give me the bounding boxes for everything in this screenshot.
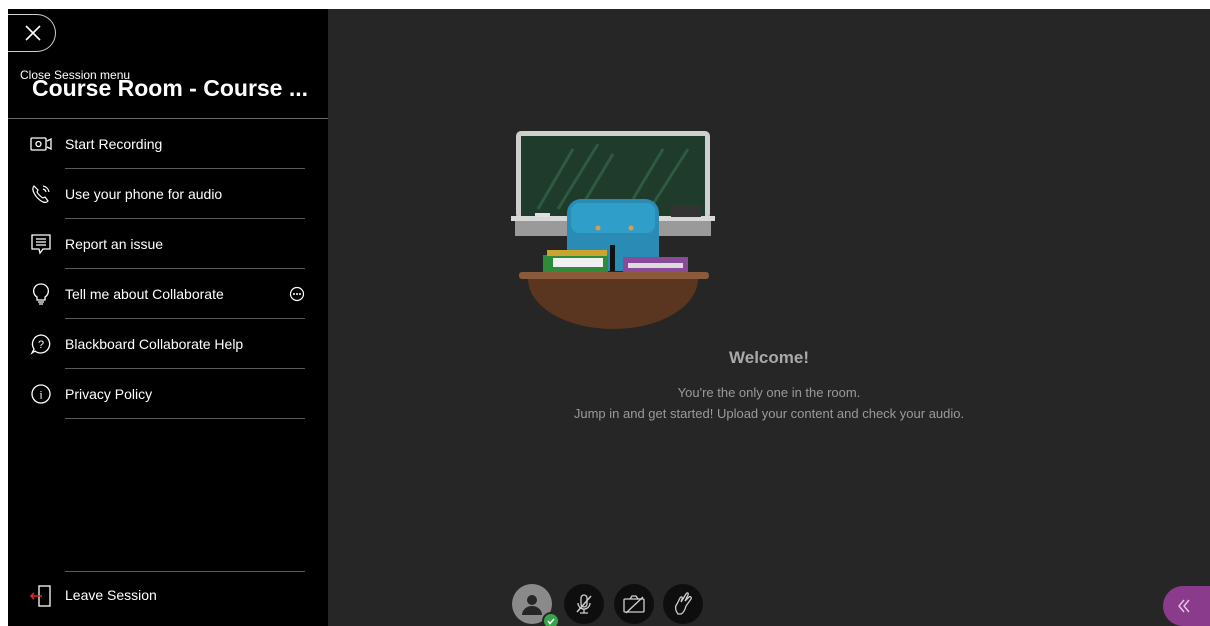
menu-item-label: Report an issue bbox=[65, 236, 164, 252]
raise-hand-icon bbox=[674, 592, 692, 615]
help-icon: ? bbox=[30, 333, 52, 355]
menu-item-label: Use your phone for audio bbox=[65, 186, 223, 202]
menu-item-phone-audio[interactable]: Use your phone for audio bbox=[8, 169, 328, 219]
welcome-message: You're the only one in the room. bbox=[677, 385, 861, 400]
menu-item-start-recording[interactable]: Start Recording bbox=[8, 119, 328, 169]
raise-hand-button[interactable] bbox=[663, 584, 703, 624]
menu-item-privacy-policy[interactable]: i Privacy Policy bbox=[8, 369, 328, 419]
lightbulb-icon bbox=[30, 283, 52, 305]
leave-session-button[interactable]: Leave Session bbox=[8, 572, 328, 620]
camera-button[interactable] bbox=[614, 584, 654, 624]
main-stage: Welcome! You're the only one in the room… bbox=[328, 9, 1210, 626]
report-issue-icon bbox=[30, 233, 52, 255]
classroom-illustration bbox=[511, 131, 715, 329]
collaborate-window: Close Session menu Course Room - Course … bbox=[8, 9, 1210, 626]
close-icon bbox=[24, 25, 41, 41]
menu-item-label: Privacy Policy bbox=[65, 386, 153, 402]
camera-off-icon bbox=[623, 595, 645, 614]
check-icon bbox=[547, 618, 555, 625]
welcome-title: Welcome! bbox=[729, 348, 809, 367]
session-menu-list: Start Recording Use your phone for audio bbox=[8, 119, 328, 419]
menu-item-label: Tell me about Collaborate bbox=[65, 286, 224, 302]
avatar-icon bbox=[522, 595, 542, 615]
menu-item-label: Start Recording bbox=[65, 136, 163, 152]
leave-session-label: Leave Session bbox=[65, 587, 157, 603]
double-chevron-left-icon bbox=[1178, 599, 1190, 613]
session-menu: Close Session menu Course Room - Course … bbox=[8, 9, 328, 626]
svg-text:?: ? bbox=[38, 339, 44, 351]
welcome-instructions: Jump in and get started! Upload your con… bbox=[573, 406, 965, 421]
close-session-menu-tooltip: Close Session menu bbox=[20, 68, 131, 82]
svg-text:i: i bbox=[39, 388, 43, 402]
close-session-menu-button[interactable] bbox=[8, 14, 56, 52]
menu-item-tell-me-about-collaborate[interactable]: Tell me about Collaborate bbox=[8, 269, 328, 319]
menu-item-collaborate-help[interactable]: ? Blackboard Collaborate Help bbox=[8, 319, 328, 369]
mic-muted-icon bbox=[576, 594, 592, 614]
microphone-button[interactable] bbox=[564, 584, 604, 624]
status-badge bbox=[542, 612, 560, 626]
leave-session-icon bbox=[30, 585, 52, 607]
info-icon: i bbox=[30, 383, 52, 405]
menu-item-label: Blackboard Collaborate Help bbox=[65, 336, 244, 352]
record-camera-icon bbox=[30, 133, 52, 155]
open-collaborate-panel-button[interactable] bbox=[1163, 586, 1210, 626]
more-options-icon[interactable] bbox=[289, 286, 305, 302]
phone-icon bbox=[30, 183, 52, 205]
menu-item-report-issue[interactable]: Report an issue bbox=[8, 219, 328, 269]
